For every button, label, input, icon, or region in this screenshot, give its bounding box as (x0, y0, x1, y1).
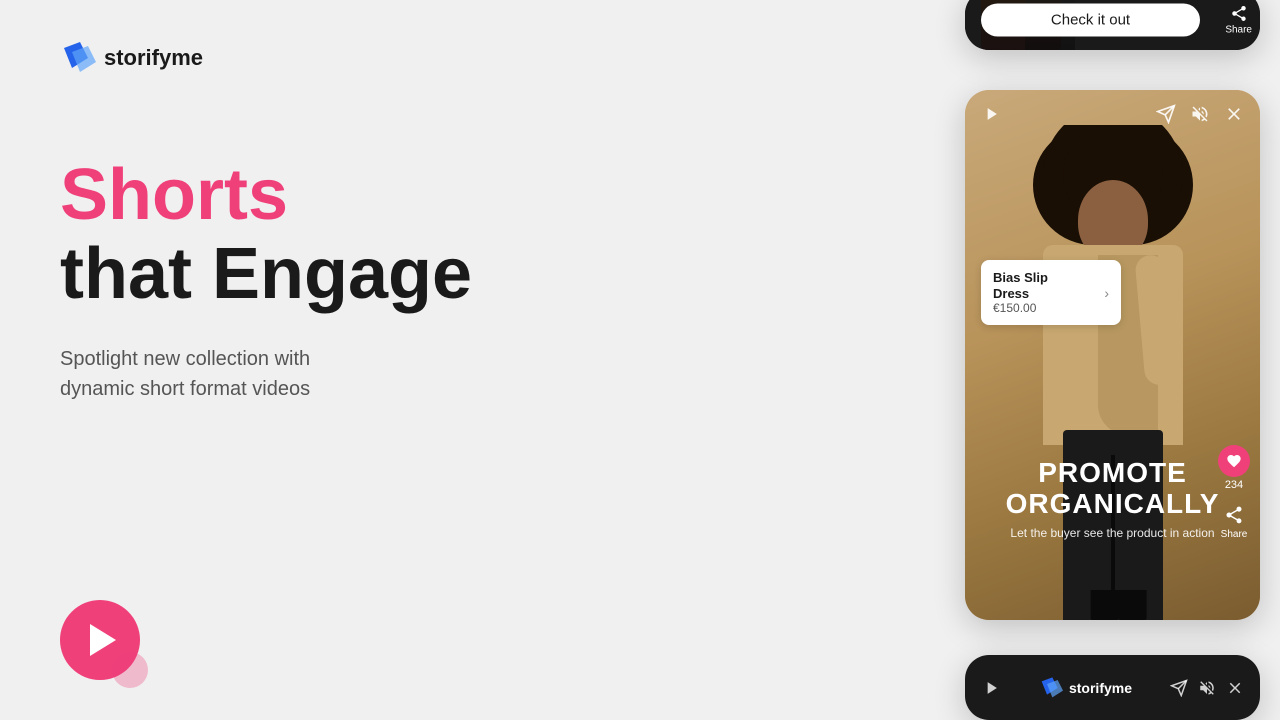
headline-engage: that Engage (60, 235, 800, 314)
header-icons-right (1156, 104, 1244, 124)
side-actions: 234 Share (1218, 445, 1250, 540)
phone-mute-icon[interactable] (1190, 104, 1210, 124)
middle-phone-content: Bias SlipDress €150.00 › PROMOTE ORGANIC… (965, 90, 1260, 620)
check-it-out-button[interactable]: Check it out (981, 4, 1200, 37)
product-chevron-icon: › (1104, 285, 1109, 301)
phone-header (965, 90, 1260, 138)
top-share-label: Share (1225, 25, 1252, 36)
bottom-logo-text: storifyme (1069, 680, 1132, 696)
phone-send-icon[interactable] (1156, 104, 1176, 124)
bottom-phone-icons (1170, 679, 1244, 697)
headline: Shorts that Engage (60, 156, 800, 314)
logo: storifyme (60, 40, 800, 76)
product-name: Bias SlipDress (993, 270, 1048, 301)
play-icon (90, 624, 116, 656)
bottom-phone-content: storifyme (965, 655, 1260, 720)
play-button[interactable] (60, 600, 140, 680)
left-panel: storifyme Shorts that Engage Spotlight n… (0, 0, 860, 720)
like-count: 234 (1225, 479, 1243, 491)
bottom-logo-icon (1039, 676, 1063, 700)
bottom-phone-frame: storifyme (965, 655, 1260, 720)
bottom-close-icon[interactable] (1226, 679, 1244, 697)
bottom-play-icon[interactable] (981, 678, 1001, 698)
top-phone-frame: Check it out Share (965, 0, 1260, 50)
promote-title-line1: PROMOTE (965, 458, 1260, 489)
share-label: Share (1221, 529, 1248, 540)
top-share-button[interactable]: Share (1225, 5, 1252, 36)
logo-text: storifyme (104, 45, 203, 71)
subtext-line2: dynamic short format videos (60, 378, 310, 400)
promote-title-line2: ORGANICALLY (965, 489, 1260, 520)
share-icon (1224, 505, 1244, 525)
heart-icon (1226, 453, 1242, 469)
bottom-logo-area: storifyme (1017, 676, 1154, 700)
product-info: Bias SlipDress €150.00 (993, 270, 1048, 315)
bottom-mute-icon[interactable] (1198, 679, 1216, 697)
share-button[interactable]: Share (1221, 505, 1248, 540)
subtext: Spotlight new collection with dynamic sh… (60, 344, 440, 404)
model-area (965, 125, 1260, 620)
headline-shorts: Shorts (60, 156, 800, 235)
product-card[interactable]: Bias SlipDress €150.00 › (981, 260, 1121, 325)
right-panel: Check it out Share (860, 0, 1280, 720)
bottom-send-icon[interactable] (1170, 679, 1188, 697)
subtext-line1: Spotlight new collection with (60, 348, 310, 370)
phone-close-icon[interactable] (1224, 104, 1244, 124)
promote-subtitle: Let the buyer see the product in action (965, 526, 1260, 540)
product-price: €150.00 (993, 301, 1048, 315)
heart-button[interactable] (1218, 445, 1250, 477)
share-icon (1230, 5, 1248, 23)
promote-overlay: PROMOTE ORGANICALLY Let the buyer see th… (965, 458, 1260, 540)
phone-play-icon[interactable] (981, 104, 1001, 124)
logo-icon (60, 40, 96, 76)
middle-phone-frame: Bias SlipDress €150.00 › PROMOTE ORGANIC… (965, 90, 1260, 620)
top-phone-content: Check it out Share (965, 0, 1260, 50)
